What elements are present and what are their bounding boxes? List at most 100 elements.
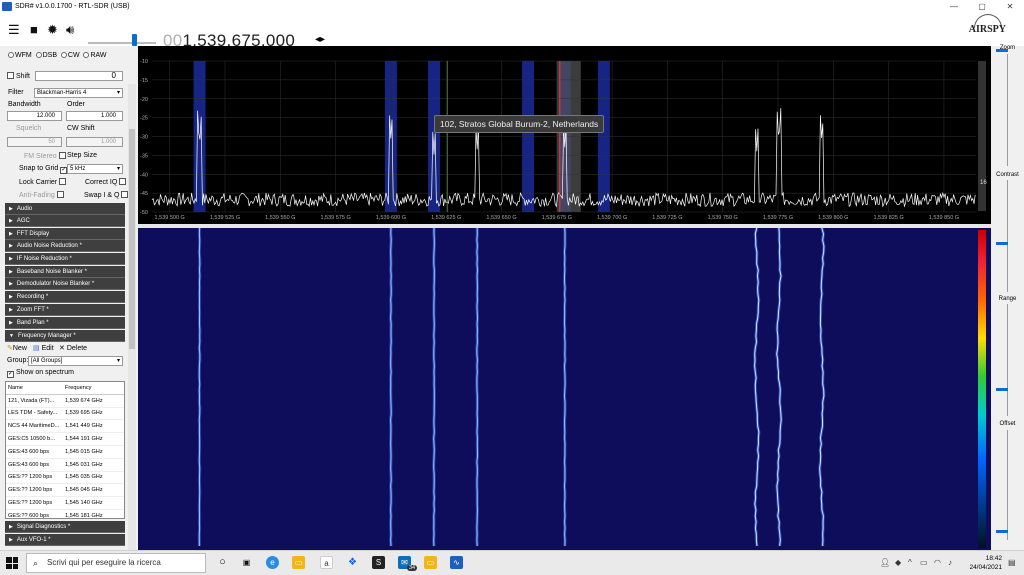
shift-checkbox[interactable]: Shift (7, 72, 30, 80)
contrast-slider-thumb[interactable] (996, 242, 1008, 245)
table-row[interactable]: GES:?? 1200 bps 1,545 140 GHz (6, 497, 124, 510)
offset-slider-track[interactable] (1007, 430, 1008, 540)
offset-slider-thumb[interactable] (996, 530, 1008, 533)
section-audio[interactable]: Audio (5, 203, 125, 215)
frequency-tooltip: 102, Stratos Global Burum-2, Netherlands (434, 115, 605, 133)
table-row[interactable]: NCS 44 MaritimeD... 1,541 449 GHz (6, 420, 124, 434)
taskbar-search-input[interactable]: ⌕ Scrivi qui per eseguire la ricerca (26, 553, 206, 573)
section-if-noise-reduction[interactable]: IF Noise Reduction * (5, 253, 125, 265)
speaker-icon[interactable]: 🔊︎ (66, 23, 74, 36)
left-panel-scrollbar-thumb[interactable] (129, 129, 135, 349)
squelch-input[interactable]: 50 (7, 137, 62, 147)
people-icon[interactable]: 👤︎ (880, 558, 890, 567)
section-audio-noise-reduction[interactable]: Audio Noise Reduction * (5, 240, 125, 252)
zoom-slider-thumb[interactable] (996, 49, 1008, 52)
fm-new-button[interactable]: ✎New (7, 344, 27, 352)
waterfall-plot[interactable] (138, 228, 991, 550)
table-row[interactable]: GES:?? 1200 bps 1,545 045 GHz (6, 484, 124, 498)
volume-tray-icon[interactable]: ♪ (948, 558, 952, 567)
correctiq-checkbox[interactable]: Correct IQ (85, 178, 127, 186)
antifading-checkbox[interactable]: Anti-Fading (19, 191, 64, 199)
left-panel-scrollbar[interactable] (128, 84, 136, 550)
swapiq-checkbox[interactable]: Swap I & Q (84, 191, 129, 199)
zoom-slider-track[interactable] (1007, 54, 1008, 166)
volume-slider[interactable] (88, 42, 156, 44)
table-row[interactable]: 121, Vizada (FT)... 1,539 674 GHz (6, 395, 124, 408)
section-agc[interactable]: AGC (5, 215, 125, 227)
order-input[interactable]: 1.000 (66, 111, 123, 121)
waterfall-display[interactable] (138, 228, 991, 550)
airspy-logo: AIRSPY (968, 24, 1006, 35)
fm-group-select[interactable]: [All Groups] (28, 356, 123, 366)
section-band-plan[interactable]: Band Plan * (5, 317, 125, 329)
tray-icon-1[interactable]: ◆ (895, 558, 901, 567)
fm-delete-button[interactable]: ✕ Delete (59, 344, 87, 352)
section-demodulator-noise-blanker[interactable]: Demodulator Noise Blanker * (5, 278, 125, 290)
bandwidth-label: Bandwidth (8, 101, 41, 108)
mode-wfm[interactable]: WFM (8, 52, 32, 59)
section-aux-vfo-1[interactable]: Aux VFO-1 * (5, 534, 125, 546)
range-slider-thumb[interactable] (996, 388, 1008, 391)
mode-raw[interactable]: RAW (83, 52, 107, 59)
cortana-icon[interactable]: ○ (216, 556, 229, 569)
bandwidth-input[interactable]: 12.000 (7, 111, 62, 121)
windows-start-icon[interactable] (6, 557, 18, 569)
edge-icon[interactable]: e (266, 556, 279, 569)
left-control-panel: WFM DSB CW RAW Shift 0 Filter Blackman-H… (0, 46, 138, 550)
notifications-icon[interactable]: ▤ (1008, 558, 1016, 567)
section-signal-diagnostics[interactable]: Signal Diagnostics * (5, 521, 125, 533)
fm-edit-button[interactable]: ▤ Edit (33, 344, 54, 352)
dropbox-icon[interactable]: ❖ (346, 556, 359, 569)
x-tick-label: 1,539 550 G (265, 215, 295, 221)
fmstereo-checkbox[interactable]: FM Stereo (24, 152, 66, 160)
shift-input[interactable]: 0 (35, 71, 123, 81)
minimize-button[interactable]: — (940, 2, 968, 11)
table-row[interactable]: GES:43 600 bps 1,545 031 GHz (6, 459, 124, 472)
spectrum-scrollbar[interactable] (978, 61, 986, 211)
wifi-icon[interactable]: ◠ (934, 558, 941, 567)
close-button[interactable]: ✕ (996, 2, 1024, 11)
section-fft-display[interactable]: FFT Display (5, 228, 125, 240)
sdrsharp-taskbar-icon[interactable]: ∿ (450, 556, 463, 569)
frequency-step-arrows[interactable]: ◂▸ (315, 34, 325, 45)
stop-icon[interactable]: ■ (30, 23, 38, 36)
table-row[interactable]: GES:?? 1200 bps 1,545 035 GHz (6, 472, 124, 485)
mode-dsb[interactable]: DSB (35, 52, 57, 59)
task-view-icon[interactable]: ▣ (240, 556, 253, 569)
snap-checkbox[interactable]: Snap to Grid ✓ (19, 165, 68, 174)
mail-badge: 34 (407, 565, 418, 571)
tray-overflow-icon[interactable]: ^ (908, 558, 912, 567)
table-row[interactable]: GES:?? 600 bps 1,545 181 GHz (6, 510, 124, 518)
menu-icon[interactable]: ☰ (8, 23, 20, 36)
sublime-icon[interactable]: S (372, 556, 385, 569)
table-row[interactable]: GES:43 600 bps 1,545 015 GHz (6, 446, 124, 459)
spectrum-plot[interactable]: -10 -15 -20 -25 -30 -35 -40 -45 -50 1,539 500 G 1,… (138, 46, 991, 224)
lockcarrier-checkbox[interactable]: Lock Carrier (19, 178, 67, 186)
section-baseband-noise-blanker[interactable]: Baseband Noise Blanker * (5, 266, 125, 278)
x-tick-label: 1,539 675 G (542, 215, 572, 221)
spectrum-analyzer[interactable]: -10 -15 -20 -25 -30 -35 -40 -45 -50 1,539 500 G 1,… (138, 46, 991, 224)
amazon-icon[interactable]: a (320, 556, 333, 569)
gear-icon[interactable]: ✹ (47, 23, 58, 36)
table-row[interactable]: GES:C5 10500 b... 1,544 191 GHz (6, 433, 124, 446)
section-recording[interactable]: Recording * (5, 291, 125, 303)
network-icon[interactable]: ▭ (920, 558, 928, 567)
table-row[interactable]: LES TDM - Safety... 1,539 695 GHz (6, 408, 124, 421)
contrast-slider-track[interactable] (1007, 180, 1008, 292)
maximize-button[interactable]: ▢ (968, 2, 996, 11)
clock[interactable]: 18:42 24/04/2021 (969, 554, 1002, 572)
x-tick-label: 1,539 750 G (708, 215, 738, 221)
section-frequency-manager[interactable]: Frequency Manager * (5, 330, 125, 342)
folder-icon[interactable]: ▭ (424, 556, 437, 569)
range-slider-track[interactable] (1007, 304, 1008, 416)
file-explorer-icon[interactable]: ▭ (292, 556, 305, 569)
col-frequency-header[interactable]: Frequency (63, 385, 119, 391)
volume-slider-thumb[interactable] (132, 34, 137, 46)
col-name-header[interactable]: Name (6, 385, 63, 391)
cwshift-input[interactable]: 1.000 (66, 137, 123, 147)
stepsize-select[interactable]: 5 kHz (67, 164, 123, 174)
show-on-spectrum-checkbox[interactable]: ✓ Show on spectrum (7, 369, 74, 378)
filter-select[interactable]: Blackman-Harris 4 (34, 88, 123, 98)
section-zoom-fft[interactable]: Zoom FFT * (5, 304, 125, 316)
mode-cw[interactable]: CW (60, 52, 80, 59)
